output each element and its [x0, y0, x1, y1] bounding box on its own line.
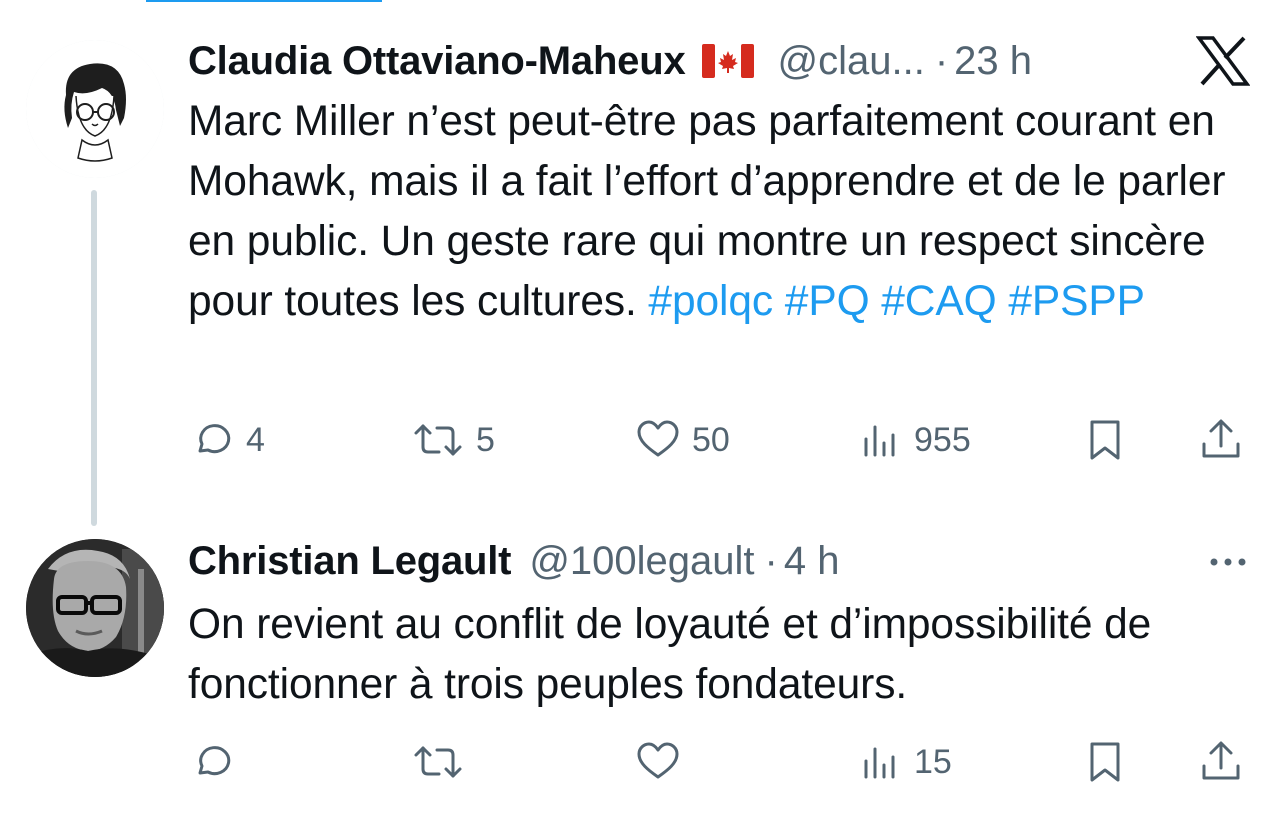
separator-dot: ·: [764, 539, 778, 583]
views-chart-icon: [864, 747, 895, 779]
heart-icon: [637, 420, 679, 457]
avatar[interactable]: [26, 40, 164, 178]
thread-connector-line: [91, 190, 97, 526]
reply-button[interactable]: [190, 732, 246, 792]
author-handle[interactable]: @100legault: [529, 537, 754, 585]
timestamp[interactable]: 23 h: [954, 37, 1032, 85]
separator-dot: ·: [934, 39, 949, 83]
tweet-text: On revient au conflit de loyauté et d’im…: [188, 601, 1152, 708]
more-options-icon[interactable]: [1208, 556, 1248, 568]
tweet-actions: 15: [0, 732, 1280, 792]
tweet-header: Claudia Ottaviano-Maheux @clau... · 23 h: [188, 37, 1032, 85]
timestamp[interactable]: 4 h: [784, 537, 840, 585]
avatar[interactable]: [26, 539, 164, 677]
hashtag-link[interactable]: #PSPP: [1008, 278, 1145, 325]
avatar-illustration: [26, 40, 164, 178]
share-button[interactable]: [1198, 410, 1244, 470]
hashtag-link[interactable]: #CAQ: [881, 278, 996, 325]
views-count: 15: [914, 742, 952, 781]
bookmark-button[interactable]: [1083, 732, 1127, 792]
like-count: 50: [692, 420, 730, 459]
views-button[interactable]: 15: [858, 732, 952, 792]
reply-count: 4: [246, 420, 265, 459]
bookmark-icon: [1090, 742, 1120, 782]
tweet-header: Christian Legault @100legault · 4 h: [188, 537, 839, 585]
share-button[interactable]: [1198, 732, 1244, 792]
reply-button[interactable]: 4: [190, 410, 265, 470]
views-chart-icon: [864, 425, 895, 457]
views-button[interactable]: 955: [858, 410, 971, 470]
tweet-actions: 4 5 50 955: [0, 410, 1280, 470]
hashtag-link[interactable]: #polqc: [648, 278, 773, 325]
share-icon: [1202, 741, 1240, 780]
bookmark-button[interactable]: [1083, 410, 1127, 470]
retweet-button[interactable]: [410, 732, 476, 792]
reply-icon: [198, 746, 231, 776]
heart-icon: [637, 742, 679, 779]
retweet-icon: [414, 424, 462, 456]
author-handle[interactable]: @clau...: [778, 37, 925, 85]
like-button[interactable]: 50: [634, 410, 730, 470]
thread-view: Claudia Ottaviano-Maheux @clau... · 23 h…: [0, 0, 1280, 816]
x-logo-icon[interactable]: [1196, 36, 1250, 86]
author-name[interactable]: Christian Legault: [188, 537, 512, 585]
top-accent-bar: [146, 0, 382, 2]
bookmark-icon: [1090, 420, 1120, 460]
author-name[interactable]: Claudia Ottaviano-Maheux: [188, 37, 686, 85]
reply-icon: [198, 424, 231, 454]
retweet-icon: [414, 746, 462, 778]
tweet-text: Marc Miller n’est peut-être pas parfaite…: [188, 92, 1268, 332]
views-count: 955: [914, 420, 971, 459]
avatar-photo: [26, 539, 164, 677]
retweet-button[interactable]: 5: [410, 410, 495, 470]
like-button[interactable]: [634, 732, 692, 792]
share-icon: [1202, 419, 1240, 458]
retweet-count: 5: [476, 420, 495, 459]
canada-flag-icon: [701, 44, 754, 78]
hashtag-link[interactable]: #PQ: [785, 278, 870, 325]
